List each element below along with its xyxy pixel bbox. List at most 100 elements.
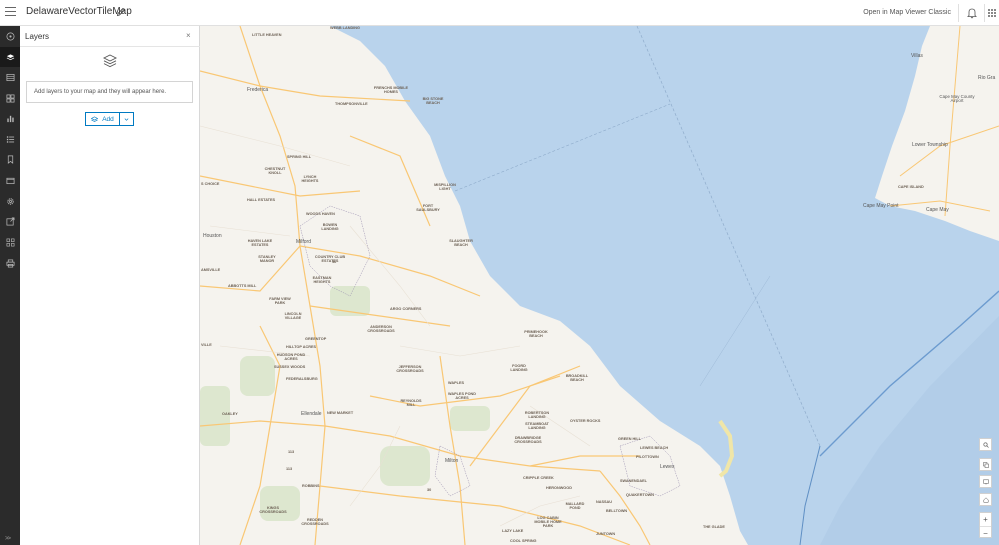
place-label: HUDSON POND ACRES (276, 353, 306, 361)
place-label: ANDERSON CROSSROADS (367, 325, 395, 333)
search-icon (982, 441, 989, 448)
grid-icon (6, 238, 14, 246)
chart-icon (6, 115, 14, 122)
place-label: THE GLADE (703, 525, 725, 529)
place-label: Lower Township (912, 142, 948, 148)
zoom-controls: + − (979, 512, 992, 538)
place-label: COOL SPRING (510, 539, 537, 543)
search-button[interactable] (979, 438, 992, 451)
place-label: Ellendale (301, 411, 322, 417)
settings-button[interactable] (0, 191, 20, 211)
place-label: THOMPSONVILLE (335, 102, 368, 106)
media-button[interactable] (0, 170, 20, 190)
place-label: HALL ESTATES (247, 198, 276, 202)
place-label: BELLTOWN (606, 509, 628, 513)
place-label: LINCOLN VILLAGE (284, 312, 302, 320)
map-view[interactable]: WEBB LANDING LITTLE HEAVEN Frederica FRE… (200, 26, 999, 545)
layers-button[interactable] (0, 47, 20, 67)
add-layer-icon (91, 116, 99, 122)
place-label: Villas (911, 53, 923, 59)
add-layer-dropdown[interactable] (120, 112, 134, 126)
charts-button[interactable] (0, 108, 20, 128)
bell-icon[interactable] (966, 7, 978, 19)
place-label: LOG CABIN MOBILE HOME PARK (534, 516, 562, 528)
empty-layers-message: Add layers to your map and they will app… (26, 81, 193, 103)
basemap-icon (6, 94, 14, 102)
layers-panel: Layers × Add layers to your map and they… (20, 26, 200, 545)
panel-title: Layers (25, 32, 50, 41)
add-layer-button[interactable]: Add (85, 112, 120, 126)
basemap-toggle-button[interactable] (979, 458, 992, 471)
place-label: STANLEY MANOR (258, 255, 276, 263)
place-label: MISPILLION LIGHT (434, 183, 456, 191)
screenshot-icon (982, 461, 989, 468)
monitor-icon (982, 479, 989, 484)
place-label: NEW MARKET (327, 411, 354, 415)
place-label: SWANENDAEL (620, 479, 648, 483)
place-label: STEAMBOAT LANDING (525, 422, 549, 430)
place-label: ARGO CORNERS (390, 307, 422, 311)
panel-divider (20, 46, 200, 47)
place-label: BROADKILL BEACH (565, 374, 589, 382)
place-label: Lewes (660, 464, 675, 470)
place-label: WEBB LANDING (330, 26, 360, 30)
place-label: ABBOTTS MILL (228, 284, 257, 288)
place-label: DRAWBRIDGE CROSSROADS (514, 436, 542, 444)
map-properties-button[interactable] (0, 26, 20, 46)
home-button[interactable] (979, 493, 992, 506)
print-icon (6, 259, 14, 267)
place-label: OAKLEY (222, 412, 238, 416)
place-label: VILLE (201, 343, 212, 347)
place-label: AMSVILLE (201, 268, 221, 272)
place-label: SUSSEX WOODS (274, 365, 306, 369)
close-icon[interactable]: × (186, 31, 191, 40)
place-label: 113 (286, 467, 293, 471)
menu-icon[interactable] (5, 7, 16, 18)
place-label: WAPLES (448, 381, 465, 385)
place-label: CAPE ISLAND (898, 185, 924, 189)
place-label: SPRING HILL (287, 155, 312, 159)
apps-grid-icon[interactable] (987, 8, 997, 18)
place-label: SLAUGHTER BEACH (449, 239, 473, 247)
tables-button[interactable] (0, 67, 20, 87)
place-label: COUNTRY CLUB ESTATES (314, 255, 346, 263)
place-label: REYNOLDS MILL (400, 399, 422, 407)
place-label: FARM VIEW PARK (269, 297, 291, 305)
fullscreen-button[interactable] (979, 475, 992, 488)
place-label: 30 (427, 488, 432, 492)
place-label: 113 (288, 450, 295, 454)
place-label: NASSAU (596, 500, 613, 504)
place-label: KINGS CROSSROADS (259, 506, 287, 514)
pencil-icon[interactable] (116, 7, 126, 17)
place-label: Frederica (247, 87, 269, 93)
gear-icon (6, 197, 14, 205)
chevron-down-icon (124, 117, 129, 121)
folder-icon (6, 177, 14, 184)
expand-rail-button[interactable]: >> (5, 536, 11, 542)
open-classic-link[interactable]: Open in Map Viewer Classic (863, 9, 951, 16)
place-label: FORT SAULSBURY (416, 204, 440, 212)
share-button[interactable] (0, 211, 20, 231)
share-icon (6, 217, 14, 225)
layers-icon (6, 53, 14, 60)
basemap-button[interactable] (0, 88, 20, 108)
place-label: FEDERALSBURG (286, 377, 318, 381)
place-label: EASTMAN HEIGHTS (312, 276, 332, 284)
place-label: MALLARD POND (565, 502, 585, 510)
place-label: CHESTNUT KNOLL (264, 167, 286, 175)
bookmarks-button[interactable] (0, 149, 20, 169)
header-divider (984, 4, 985, 22)
legend-button[interactable] (0, 129, 20, 149)
place-label: WOODS HAVEN (306, 212, 335, 216)
zoom-in-button[interactable]: + (980, 513, 991, 526)
map-canvas[interactable] (200, 26, 999, 545)
home-icon (983, 496, 988, 503)
place-label: 16 (332, 260, 337, 264)
print-button[interactable] (0, 253, 20, 273)
widgets-button[interactable] (0, 232, 20, 252)
zoom-out-button[interactable]: − (980, 526, 991, 539)
place-label: ROBERTSON LANDING (524, 411, 550, 419)
place-label: BIG STONE BEACH (422, 97, 444, 105)
place-label: QUAKERTOWN (626, 493, 654, 497)
bookmark-icon (7, 155, 13, 164)
